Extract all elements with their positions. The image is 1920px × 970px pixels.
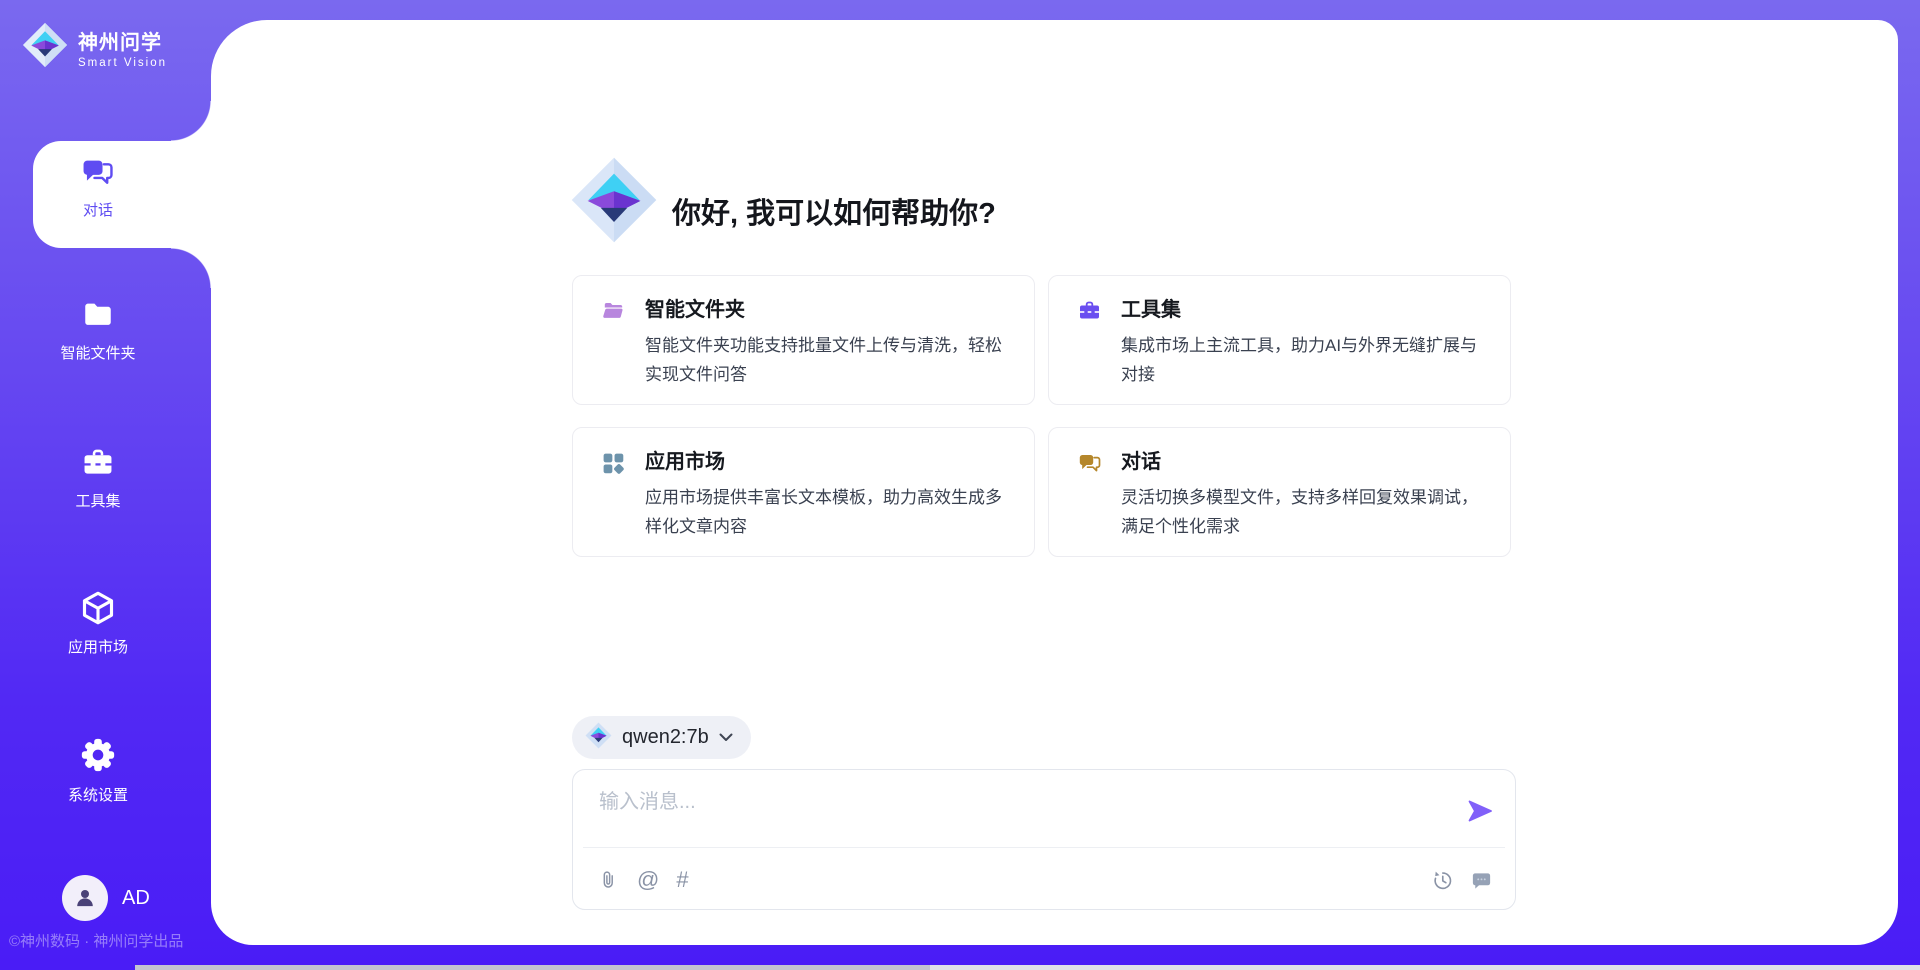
history-icon[interactable] xyxy=(1431,869,1454,892)
greeting-title: 你好, 我可以如何帮助你? xyxy=(672,190,996,232)
feature-cards: 智能文件夹 智能文件夹功能支持批量文件上传与清洗，轻松实现文件问答 工具集 集成… xyxy=(572,275,1518,557)
sidebar-item-folder[interactable]: 智能文件夹 xyxy=(0,298,196,363)
mention-icon[interactable]: @ xyxy=(637,868,659,892)
message-input[interactable] xyxy=(599,785,1429,819)
horizontal-scrollbar-thumb[interactable] xyxy=(135,965,930,970)
card-toolbox[interactable]: 工具集 集成市场上主流工具，助力AI与外界无缝扩展与对接 xyxy=(1048,275,1511,405)
sidebar-item-label: 智能文件夹 xyxy=(60,345,135,363)
card-title: 对话 xyxy=(1121,449,1488,475)
brand-name: 神州问学 xyxy=(78,26,167,55)
attachment-icon[interactable] xyxy=(598,868,620,892)
sidebar-item-toolbox[interactable]: 工具集 xyxy=(0,446,196,511)
composer-divider xyxy=(583,847,1505,848)
sidebar-item-label: 工具集 xyxy=(75,493,120,511)
card-title: 工具集 xyxy=(1121,297,1488,323)
brand-logo-icon xyxy=(22,22,68,73)
folder-icon xyxy=(601,299,627,328)
sidebar-item-settings[interactable]: 系统设置 xyxy=(0,736,196,805)
sidebar-footer: ©神州数码 · 神州问学出品 xyxy=(9,930,239,951)
model-logo-icon xyxy=(585,722,612,754)
toolbox-icon xyxy=(1077,299,1102,328)
chat-icon xyxy=(80,155,116,193)
card-description: 应用市场提供丰富长文本模板，助力高效生成多样化文章内容 xyxy=(645,483,1017,541)
model-selector[interactable]: qwen2:7b xyxy=(572,716,751,759)
avatar[interactable] xyxy=(62,875,108,921)
sidebar-item-label: 应用市场 xyxy=(68,639,128,657)
sidebar-item-label: 对话 xyxy=(83,202,113,220)
cube-icon xyxy=(80,590,116,630)
brand: 神州问学 Smart Vision xyxy=(22,22,167,73)
chevron-down-icon xyxy=(719,729,733,747)
folder-icon xyxy=(80,298,116,336)
active-tab-curve-bottom xyxy=(171,248,211,288)
card-description: 集成市场上主流工具，助力AI与外界无缝扩展与对接 xyxy=(1121,331,1493,389)
card-chat[interactable]: 对话 灵活切换多模型文件，支持多样回复效果调试，满足个性化需求 xyxy=(1048,427,1511,557)
brand-subtitle: Smart Vision xyxy=(78,57,167,69)
sidebar-item-apps[interactable]: 应用市场 xyxy=(0,590,196,657)
chat-icon xyxy=(1077,451,1103,480)
card-description: 灵活切换多模型文件，支持多样回复效果调试，满足个性化需求 xyxy=(1121,483,1493,541)
send-icon[interactable] xyxy=(1466,797,1494,825)
active-tab-curve-top xyxy=(171,101,211,141)
sidebar-item-chat[interactable]: 对话 xyxy=(0,155,196,220)
card-app-market[interactable]: 应用市场 应用市场提供丰富长文本模板，助力高效生成多样化文章内容 xyxy=(572,427,1035,557)
card-title: 智能文件夹 xyxy=(645,297,1012,323)
chat-bubble-icon[interactable] xyxy=(1470,869,1493,892)
apps-icon xyxy=(601,451,626,481)
greeting-logo-icon xyxy=(570,156,658,249)
model-name: qwen2:7b xyxy=(622,726,709,749)
hashtag-icon[interactable]: # xyxy=(676,868,688,892)
user-name: AD xyxy=(122,887,150,910)
gear-icon xyxy=(79,736,117,778)
message-composer: @ # xyxy=(572,769,1516,910)
card-description: 智能文件夹功能支持批量文件上传与清洗，轻松实现文件问答 xyxy=(645,331,1017,389)
toolbox-icon xyxy=(80,446,116,484)
card-smart-folder[interactable]: 智能文件夹 智能文件夹功能支持批量文件上传与清洗，轻松实现文件问答 xyxy=(572,275,1035,405)
sidebar-item-label: 系统设置 xyxy=(68,787,128,805)
user-row: AD xyxy=(62,875,150,921)
sidebar: 神州问学 Smart Vision 对话 智能文件夹 xyxy=(0,0,211,970)
card-title: 应用市场 xyxy=(645,449,1012,475)
person-icon xyxy=(72,885,98,911)
